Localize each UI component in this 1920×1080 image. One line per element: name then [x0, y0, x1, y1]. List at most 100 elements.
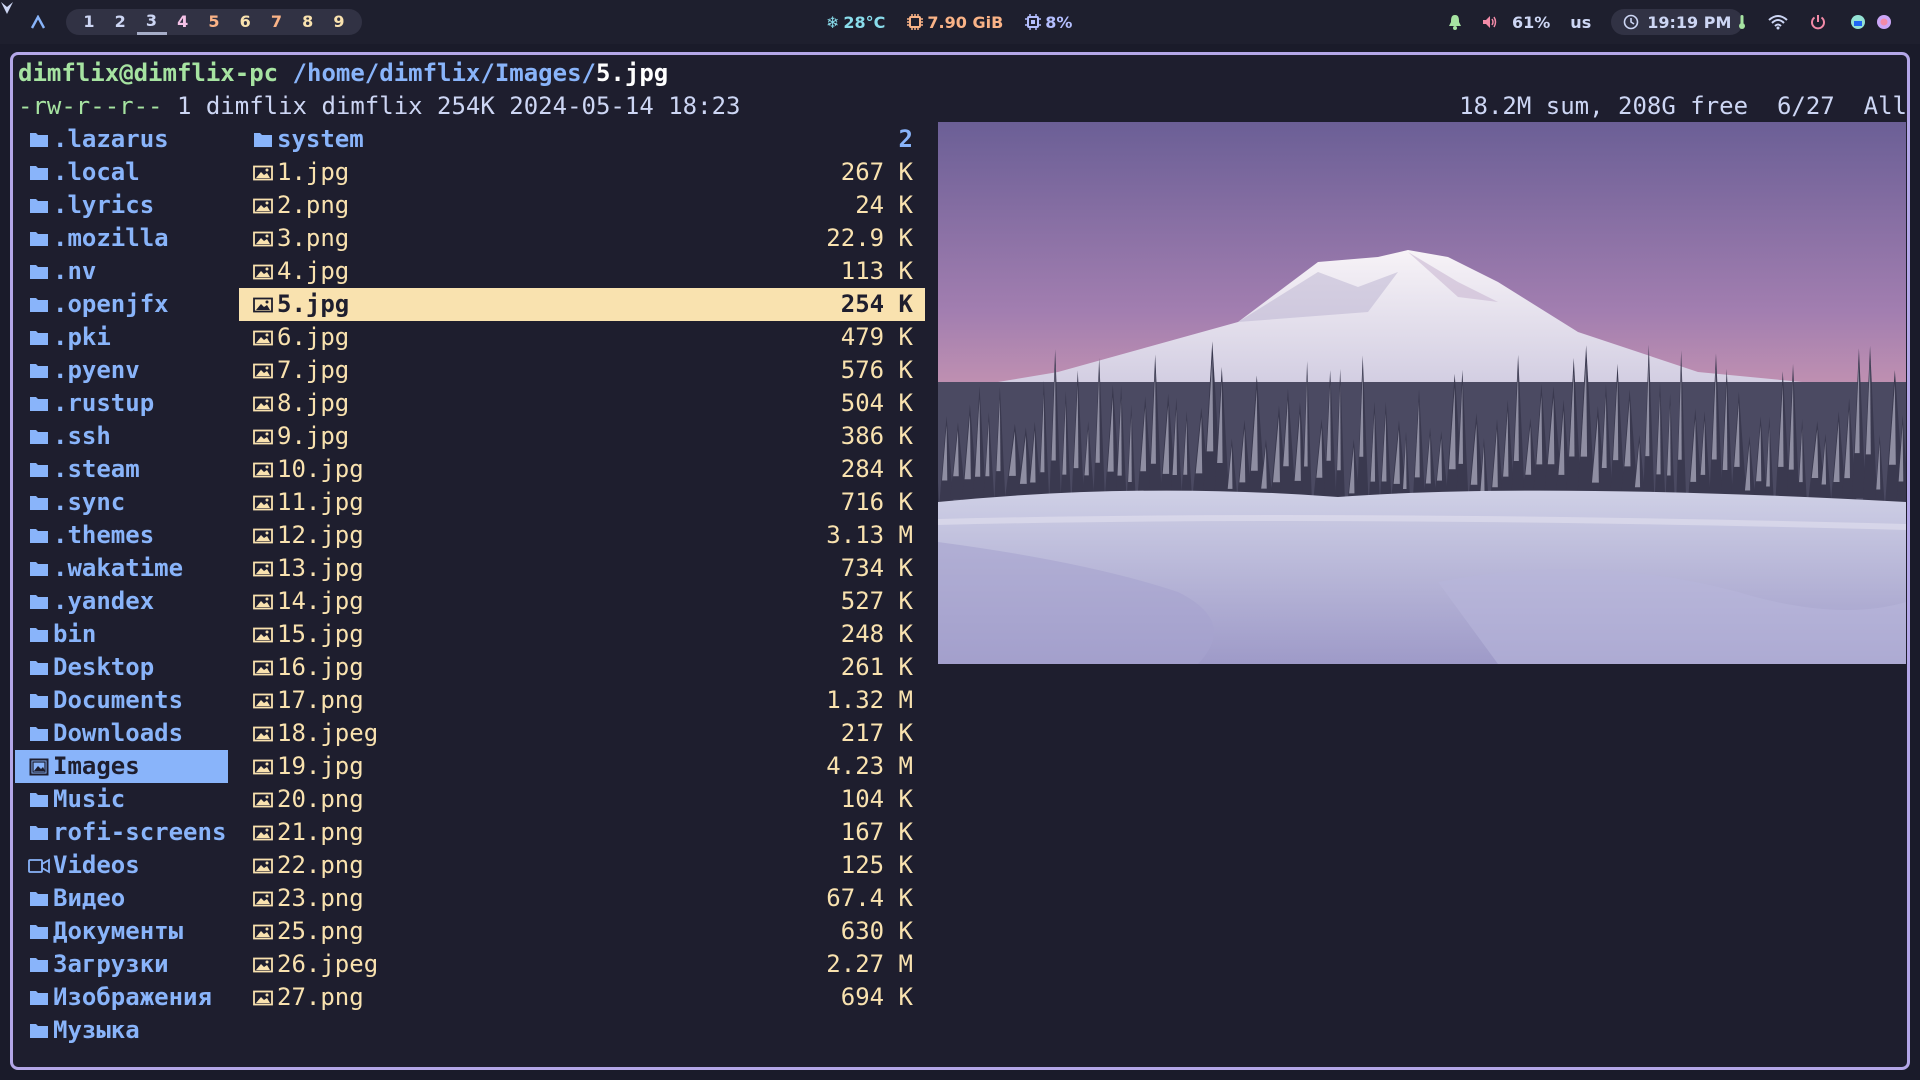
workspace-7[interactable]: 7	[262, 9, 292, 35]
parent-list-item[interactable]: Музыка	[15, 1014, 228, 1047]
parent-list-item[interactable]: .ssh	[15, 420, 228, 453]
file-list-item[interactable]: 15.jpg 248 K	[239, 618, 925, 651]
item-name: 23.png	[277, 884, 364, 912]
file-list-item[interactable]: 14.jpg 527 K	[239, 585, 925, 618]
notification-bell-icon[interactable]	[1448, 14, 1462, 30]
parent-list-item[interactable]: .lazarus	[15, 123, 228, 156]
keyboard-layout[interactable]: us	[1570, 13, 1591, 32]
file-list-item[interactable]: 1.jpg 267 K	[239, 156, 925, 189]
item-name: 12.jpg	[277, 521, 364, 549]
parent-list-item[interactable]: .themes	[15, 519, 228, 552]
messenger-tray-icon[interactable]	[1850, 14, 1866, 30]
file-list-item[interactable]: 8.jpg 504 K	[239, 387, 925, 420]
file-list-item[interactable]: 2.png 24 K	[239, 189, 925, 222]
file-list-item[interactable]: 26.jpeg 2.27 M	[239, 948, 925, 981]
path-filename: 5.jpg	[595, 59, 669, 87]
file-list-item[interactable]: 11.jpg 716 K	[239, 486, 925, 519]
file-list-item[interactable]: 12.jpg 3.13 M	[239, 519, 925, 552]
app-logo-icon	[0, 0, 16, 16]
item-size: 734 K	[840, 554, 913, 582]
image-file-icon	[249, 924, 277, 940]
parent-list-item[interactable]: Music	[15, 783, 228, 816]
image-file-icon	[249, 297, 277, 313]
file-list-item[interactable]: 17.png 1.32 M	[239, 684, 925, 717]
workspace-6[interactable]: 6	[230, 9, 260, 35]
workspace-3[interactable]: 3	[136, 9, 167, 35]
parent-list-item[interactable]: .sync	[15, 486, 228, 519]
workspace-1[interactable]: 1	[74, 9, 104, 35]
browser-tray-icon[interactable]	[1876, 14, 1892, 30]
parent-list-item[interactable]: Документы	[15, 915, 228, 948]
image-file-icon	[249, 264, 277, 280]
item-name: .rustup	[53, 389, 155, 417]
file-list-item[interactable]: 18.jpeg 217 K	[239, 717, 925, 750]
item-size: 22.9 K	[826, 224, 913, 252]
folder-icon	[249, 131, 277, 148]
file-list-item[interactable]: 5.jpg 254 K	[239, 288, 925, 321]
parent-list-item[interactable]: bin	[15, 618, 228, 651]
parent-list-item[interactable]: Загрузки	[15, 948, 228, 981]
file-list-item[interactable]: 23.png 67.4 K	[239, 882, 925, 915]
parent-list-item[interactable]: .lyrics	[15, 189, 228, 222]
parent-list-item[interactable]: Videos	[15, 849, 228, 882]
item-size: 479 K	[840, 323, 913, 351]
parent-list-item[interactable]: .rustup	[15, 387, 228, 420]
parent-list-item[interactable]: .openjfx	[15, 288, 228, 321]
item-name: 15.jpg	[277, 620, 364, 648]
clock-widget[interactable]: 19:19 PM	[1611, 9, 1744, 35]
parent-list-item[interactable]: .steam	[15, 453, 228, 486]
terminal-window[interactable]: dimflix@dimflix-pc /home/dimflix/Images/…	[10, 52, 1910, 1070]
workspace-5[interactable]: 5	[199, 9, 229, 35]
file-list-item[interactable]: 22.png 125 K	[239, 849, 925, 882]
file-list-item[interactable]: 20.png 104 K	[239, 783, 925, 816]
power-icon[interactable]	[1810, 14, 1826, 30]
parent-list-item[interactable]: Downloads	[15, 717, 228, 750]
launcher-icon[interactable]	[27, 0, 49, 44]
item-name: 19.jpg	[277, 752, 364, 780]
file-list-item[interactable]: 6.jpg 479 K	[239, 321, 925, 354]
parent-list-item[interactable]: .wakatime	[15, 552, 228, 585]
item-name: 22.png	[277, 851, 364, 879]
file-list-item[interactable]: 16.jpg 261 K	[239, 651, 925, 684]
workspace-4[interactable]: 4	[168, 9, 198, 35]
item-size: 24 K	[855, 191, 913, 219]
file-list-item[interactable]: 3.png 22.9 K	[239, 222, 925, 255]
parent-list-item[interactable]: Images	[15, 750, 228, 783]
file-list-item[interactable]: 7.jpg 576 K	[239, 354, 925, 387]
parent-list-item[interactable]: .yandex	[15, 585, 228, 618]
file-list-item[interactable]: 27.png 694 K	[239, 981, 925, 1014]
file-list-item[interactable]: 9.jpg 386 K	[239, 420, 925, 453]
parent-list-item[interactable]: .pyenv	[15, 354, 228, 387]
file-list-item[interactable]: 25.png 630 K	[239, 915, 925, 948]
file-list-item[interactable]: 10.jpg 284 K	[239, 453, 925, 486]
workspace-2[interactable]: 2	[105, 9, 135, 35]
parent-list-item[interactable]: .mozilla	[15, 222, 228, 255]
parent-list-item[interactable]: Documents	[15, 684, 228, 717]
parent-list-item[interactable]: Изображения	[15, 981, 228, 1014]
file-list-item[interactable]: 4.jpg 113 K	[239, 255, 925, 288]
file-list-item[interactable]: 19.jpg 4.23 M	[239, 750, 925, 783]
item-name: Videos	[53, 851, 140, 879]
item-name: Images	[53, 752, 140, 780]
item-name: .sync	[53, 488, 126, 516]
parent-list-item[interactable]: rofi-screens	[15, 816, 228, 849]
parent-list-item[interactable]: .local	[15, 156, 228, 189]
parent-list-item[interactable]: .nv	[15, 255, 228, 288]
image-file-icon	[249, 462, 277, 478]
item-size: 261 K	[840, 653, 913, 681]
directory-list-item[interactable]: system 2	[239, 123, 925, 156]
item-name: 2.png	[277, 191, 350, 219]
parent-list-item[interactable]: .pki	[15, 321, 228, 354]
thermometer-icon[interactable]	[1738, 14, 1746, 30]
file-list-item[interactable]: 13.jpg 734 K	[239, 552, 925, 585]
workspace-9[interactable]: 9	[324, 9, 354, 35]
current-directory-list: system 2 1.jpg 267 K 2.png 24 K 3.png 22.9 K 4.j…	[239, 123, 925, 1014]
file-list-item[interactable]: 21.png 167 K	[239, 816, 925, 849]
parent-list-item[interactable]: Видео	[15, 882, 228, 915]
volume-widget[interactable]: 61%	[1482, 13, 1550, 32]
memory-value: 7.90 GiB	[927, 12, 1004, 32]
wifi-icon[interactable]	[1768, 14, 1788, 30]
parent-list-item[interactable]: Desktop	[15, 651, 228, 684]
workspace-8[interactable]: 8	[293, 9, 323, 35]
item-name: Desktop	[53, 653, 155, 681]
